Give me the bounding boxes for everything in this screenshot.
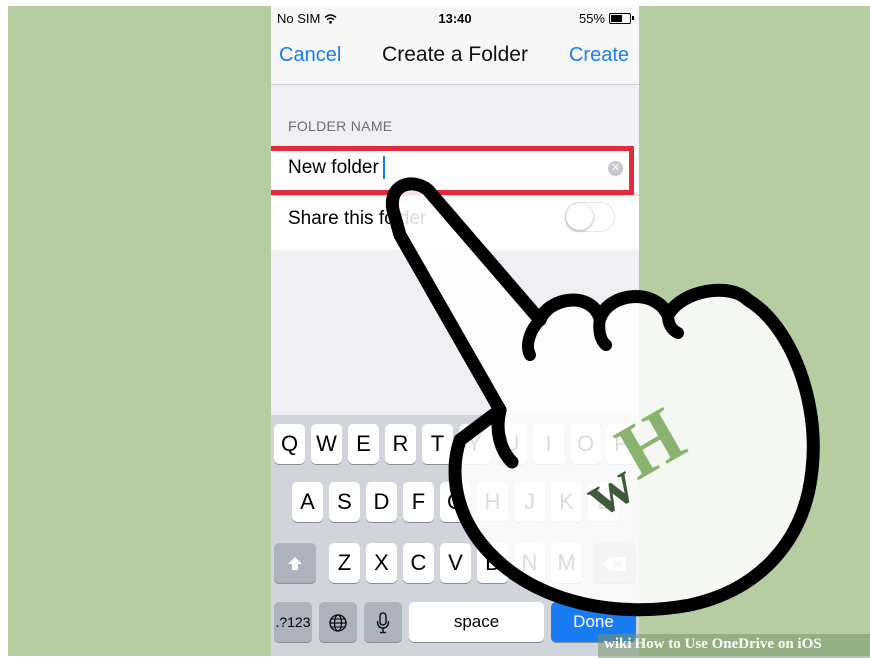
- key-f[interactable]: F: [403, 482, 434, 522]
- globe-key[interactable]: [319, 602, 357, 642]
- key-x[interactable]: X: [366, 543, 397, 583]
- backspace-key[interactable]: [593, 543, 636, 583]
- folder-name-section-label: FOLDER NAME: [288, 118, 393, 134]
- key-h[interactable]: H: [477, 482, 508, 522]
- globe-icon: [329, 614, 347, 632]
- toggle-knob: [566, 203, 593, 230]
- key-l[interactable]: L: [588, 482, 619, 522]
- key-y[interactable]: Y: [459, 424, 490, 464]
- cancel-button[interactable]: Cancel: [279, 44, 341, 67]
- share-folder-label: Share this folder: [288, 208, 427, 229]
- dictation-key[interactable]: [364, 602, 402, 642]
- battery-percent: 55%: [578, 11, 605, 26]
- key-w[interactable]: W: [311, 424, 342, 464]
- microphone-icon: [376, 612, 390, 634]
- shift-arrow-icon: [288, 557, 302, 570]
- key-j[interactable]: J: [514, 482, 545, 522]
- key-z[interactable]: Z: [329, 543, 360, 583]
- key-s[interactable]: S: [329, 482, 360, 522]
- share-toggle[interactable]: [565, 202, 615, 232]
- shift-key[interactable]: [274, 543, 316, 583]
- key-k[interactable]: K: [551, 482, 582, 522]
- space-key[interactable]: space: [409, 602, 544, 642]
- numbers-key[interactable]: .?123: [274, 602, 312, 642]
- battery-icon: [609, 13, 634, 24]
- key-i[interactable]: I: [533, 424, 564, 464]
- key-t[interactable]: T: [422, 424, 453, 464]
- key-p[interactable]: P: [606, 424, 637, 464]
- status-bar: No SIM 13:40 55%: [271, 6, 639, 30]
- watermark-title: How to Use OneDrive on iOS: [634, 636, 822, 652]
- key-d[interactable]: D: [366, 482, 397, 522]
- key-m[interactable]: M: [551, 543, 582, 583]
- key-v[interactable]: V: [440, 543, 471, 583]
- key-c[interactable]: C: [403, 543, 434, 583]
- key-e[interactable]: E: [348, 424, 379, 464]
- phone-screen: No SIM 13:40 55% Cancel Create a Folder …: [271, 6, 639, 656]
- key-g[interactable]: G: [440, 482, 471, 522]
- key-r[interactable]: R: [385, 424, 416, 464]
- key-b[interactable]: B: [477, 543, 508, 583]
- watermark-wiki: wiki: [604, 636, 632, 652]
- keyboard: Q W E R T Y U I O P A S D F G H J K L Z …: [271, 415, 639, 656]
- key-o[interactable]: O: [570, 424, 601, 464]
- highlight-box: [271, 146, 634, 195]
- key-q[interactable]: Q: [274, 424, 305, 464]
- watermark-caption: wiki How to Use OneDrive on iOS: [604, 636, 822, 653]
- key-n[interactable]: N: [514, 543, 545, 583]
- create-button[interactable]: Create: [569, 44, 629, 67]
- key-a[interactable]: A: [292, 482, 323, 522]
- key-u[interactable]: U: [496, 424, 527, 464]
- navigation-bar: Cancel Create a Folder Create: [271, 30, 639, 85]
- backspace-icon: [603, 557, 626, 571]
